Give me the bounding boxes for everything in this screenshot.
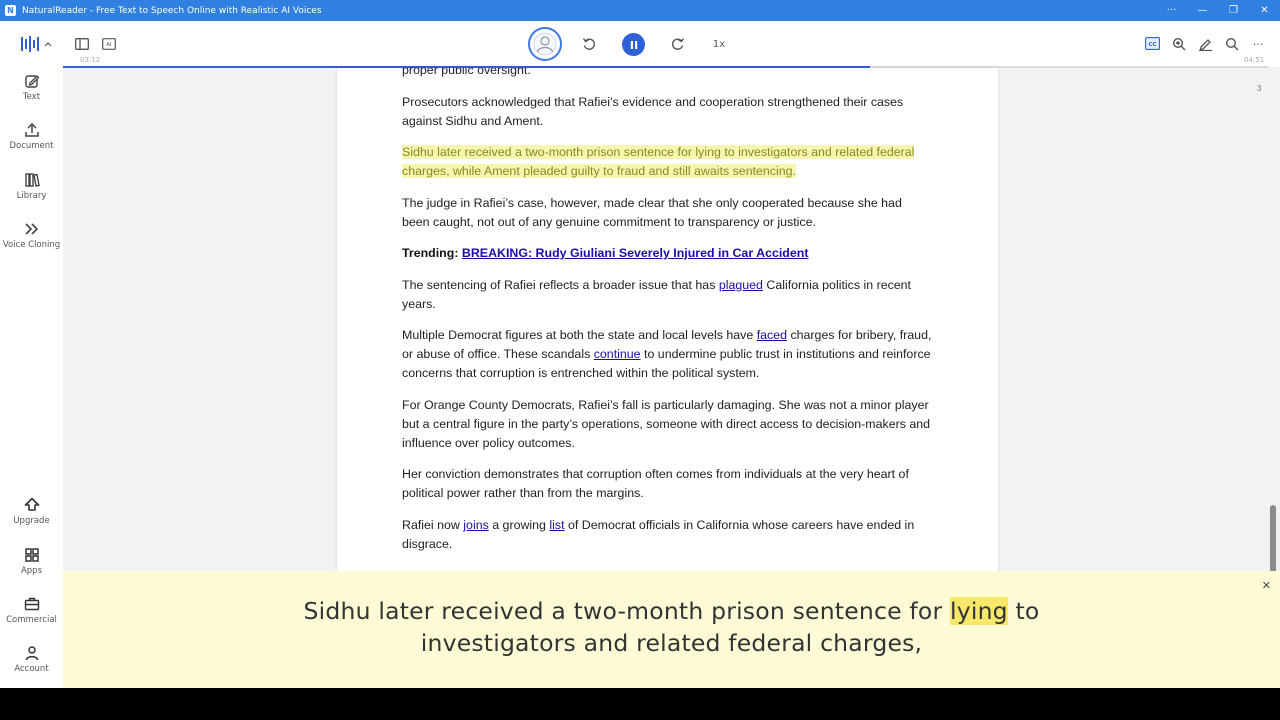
sidebar: Text Document Library Voice Cloning Upgr… bbox=[0, 21, 63, 688]
upload-icon bbox=[24, 122, 39, 137]
text-span: The sentencing of Rafiei reflects a broa… bbox=[402, 277, 719, 292]
library-icon bbox=[24, 173, 40, 187]
paragraph: proper public oversight. bbox=[402, 68, 531, 77]
link-joins[interactable]: joins bbox=[463, 518, 488, 532]
cc-icon: CC bbox=[1145, 37, 1160, 50]
caption-current-word: lying bbox=[950, 597, 1008, 625]
edit-icon bbox=[24, 75, 39, 88]
caption-line-2: investigators and related federal charge… bbox=[420, 629, 923, 657]
sidebar-item-upgrade[interactable]: Upgrade bbox=[0, 497, 63, 526]
caption-after: to bbox=[1007, 597, 1040, 625]
window-title: NaturalReader - Free Text to Speech Onli… bbox=[22, 5, 322, 16]
restore-button[interactable]: ❐ bbox=[1218, 0, 1249, 21]
search-icon bbox=[1225, 37, 1239, 51]
text-span: a growing bbox=[488, 517, 550, 532]
naturalreader-app-icon: N bbox=[5, 5, 16, 16]
account-icon bbox=[25, 646, 38, 661]
paragraph-current[interactable]: Sidhu later received a two-month prison … bbox=[402, 143, 932, 181]
scrollbar-thumb[interactable] bbox=[1270, 505, 1276, 573]
link-plagued[interactable]: plagued bbox=[719, 278, 763, 292]
trending-label: Trending: bbox=[402, 246, 459, 260]
more-menu-button[interactable]: ··· bbox=[1249, 35, 1267, 53]
avatar-icon bbox=[533, 32, 557, 56]
svg-text:CC: CC bbox=[1148, 42, 1156, 48]
ai-button[interactable]: AI bbox=[100, 36, 118, 52]
sidebar-item-text[interactable]: Text bbox=[0, 73, 63, 102]
highlighter-icon bbox=[1198, 39, 1212, 51]
document-content: proper public oversight. Prosecutors ack… bbox=[402, 68, 932, 566]
upgrade-icon bbox=[24, 497, 39, 511]
app-area: Text Document Library Voice Cloning Upgr… bbox=[0, 21, 1280, 688]
caption-close-icon[interactable]: ✕ bbox=[1262, 579, 1271, 592]
apps-icon bbox=[24, 548, 39, 562]
search-button[interactable] bbox=[1223, 35, 1241, 53]
rewind-button[interactable] bbox=[580, 35, 598, 53]
speed-button[interactable]: 1x bbox=[708, 35, 730, 53]
highlight-button[interactable] bbox=[1196, 35, 1214, 53]
voice-selector-button[interactable] bbox=[528, 27, 562, 61]
captions-button[interactable]: CC bbox=[1144, 36, 1161, 51]
sidebar-toggle-icon bbox=[75, 38, 89, 50]
minimize-button[interactable]: — bbox=[1187, 0, 1218, 21]
sidebar-item-label: Upgrade bbox=[13, 516, 50, 526]
paragraph: Rafiei now joins a growing list of Democ… bbox=[402, 516, 932, 554]
caption-panel: ✕ Sidhu later received a two-month priso… bbox=[63, 571, 1280, 688]
sidebar-item-label: Text bbox=[22, 92, 41, 102]
sidebar-item-voice-cloning[interactable]: Voice Cloning bbox=[0, 221, 63, 250]
zoom-button[interactable] bbox=[1170, 35, 1188, 53]
forward-button[interactable] bbox=[669, 35, 687, 53]
paragraph: The judge in Rafiei’s case, however, mad… bbox=[402, 195, 902, 229]
sidebar-item-document[interactable]: Document bbox=[0, 122, 63, 151]
trending-line: Trending: BREAKING: Rudy Giuliani Severe… bbox=[402, 244, 932, 263]
rewind-icon bbox=[582, 38, 596, 50]
close-button[interactable]: ✕ bbox=[1249, 0, 1280, 21]
link-faced[interactable]: faced bbox=[757, 328, 787, 342]
sidebar-item-label: Commercial bbox=[6, 615, 57, 625]
paragraph: The sentencing of Rafiei reflects a broa… bbox=[402, 276, 932, 314]
paragraph: Prosecutors acknowledged that Rafiei’s e… bbox=[402, 94, 904, 128]
briefcase-icon bbox=[24, 597, 39, 611]
voice-cloning-icon bbox=[24, 223, 38, 235]
remaining-time: 04:51 bbox=[1244, 56, 1265, 64]
sidebar-item-label: Account bbox=[14, 664, 49, 674]
sidebar-item-commercial[interactable]: Commercial bbox=[0, 596, 63, 625]
caption-before: Sidhu later received a two-month prison … bbox=[303, 597, 950, 625]
page-number: 3 bbox=[1257, 84, 1262, 93]
ai-label: AI bbox=[106, 42, 112, 48]
window-titlebar: N NaturalReader - Free Text to Speech On… bbox=[0, 0, 1280, 21]
link-continue[interactable]: continue bbox=[594, 347, 641, 361]
toggle-sidebar-button[interactable] bbox=[73, 36, 91, 52]
sidebar-item-library[interactable]: Library bbox=[0, 172, 63, 201]
ai-icon: AI bbox=[102, 38, 116, 50]
paragraph: Multiple Democrat figures at both the st… bbox=[402, 326, 932, 383]
sidebar-item-label: Voice Cloning bbox=[2, 240, 61, 250]
zoom-in-icon bbox=[1172, 37, 1186, 51]
trending-link[interactable]: BREAKING: Rudy Giuliani Severely Injured… bbox=[462, 246, 809, 260]
more-horizontal-icon: ··· bbox=[1252, 37, 1264, 51]
sidebar-item-label: Library bbox=[16, 191, 47, 201]
caption-text: Sidhu later received a two-month prison … bbox=[63, 595, 1280, 659]
window-controls: ··· — ❐ ✕ bbox=[1156, 0, 1280, 21]
elapsed-time: 03:12 bbox=[80, 56, 101, 64]
sidebar-item-label: Document bbox=[9, 141, 54, 151]
text-span: Multiple Democrat figures at both the st… bbox=[402, 328, 757, 342]
highlighted-sentence[interactable]: Sidhu later received a two-month prison … bbox=[402, 145, 915, 178]
forward-icon bbox=[671, 38, 685, 50]
text-span: Rafiei now bbox=[402, 517, 464, 532]
pause-icon bbox=[630, 40, 637, 49]
document-page: proper public oversight. Prosecutors ack… bbox=[337, 68, 998, 572]
more-options-icon[interactable]: ··· bbox=[1156, 0, 1187, 21]
pause-button[interactable] bbox=[622, 33, 645, 56]
paragraph: For Orange County Democrats, Rafiei’s fa… bbox=[402, 397, 931, 450]
sidebar-item-apps[interactable]: Apps bbox=[0, 547, 63, 576]
sidebar-item-label: Apps bbox=[20, 566, 43, 576]
taskbar-area bbox=[0, 688, 1280, 720]
logo-icon bbox=[21, 36, 52, 52]
naturalreader-logo[interactable] bbox=[20, 35, 54, 53]
player-toolbar: AI 1x CC ··· bbox=[63, 21, 1280, 67]
link-list[interactable]: list bbox=[549, 518, 564, 532]
sidebar-item-account[interactable]: Account bbox=[0, 645, 63, 674]
paragraph: Her conviction demonstrates that corrupt… bbox=[402, 467, 909, 500]
